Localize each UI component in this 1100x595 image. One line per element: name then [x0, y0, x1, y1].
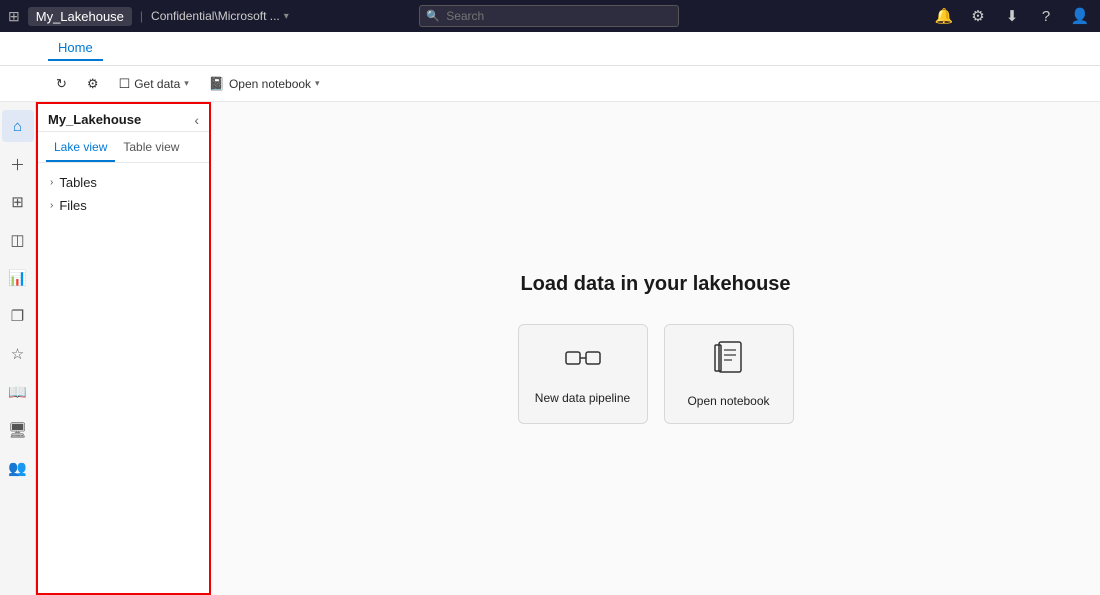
search-bar: 🔍 — [419, 5, 679, 27]
pipeline-icon — [565, 344, 601, 379]
get-data-button[interactable]: ☐ Get data ▾ — [111, 73, 197, 95]
explorer-title: My_Lakehouse — [48, 112, 141, 127]
content-title: Load data in your lakehouse — [520, 273, 790, 296]
nav-data-icon[interactable]: ◫ — [2, 224, 34, 256]
toolbar-settings-button[interactable]: ⚙ — [79, 73, 107, 95]
open-notebook-button[interactable]: 📓 Open notebook ▾ — [201, 73, 328, 95]
nav-favorites-icon[interactable]: ☆ — [2, 338, 34, 370]
content-area: Load data in your lakehouse New data pip… — [211, 102, 1100, 595]
explorer-items: › Tables › Files — [38, 163, 209, 593]
nav-apps-icon[interactable]: ❐ — [2, 300, 34, 332]
help-icon[interactable]: ? — [1034, 8, 1058, 25]
main-area: ⌂ ＋ ⊞ ◫ 📊 ❐ ☆ 📖 🖥 👥 My_Lakehouse ‹ Lake … — [0, 102, 1100, 595]
tab-table-view[interactable]: Table view — [115, 136, 187, 162]
breadcrumb-text: Confidential\Microsoft ... — [151, 9, 280, 23]
refresh-icon: ↻ — [56, 76, 67, 92]
tab-lake-view[interactable]: Lake view — [46, 136, 115, 162]
nav-monitor-icon[interactable]: 🖥 — [2, 414, 34, 446]
nav-browse-icon[interactable]: ⊞ — [2, 186, 34, 218]
topbar: ⊞ My_Lakehouse | Confidential\Microsoft … — [0, 0, 1100, 32]
nav-home-icon[interactable]: ⌂ — [2, 110, 34, 142]
open-notebook-icon: 📓 — [209, 76, 225, 92]
explorer-tabs: Lake view Table view — [38, 132, 209, 163]
user-icon[interactable]: 👤 — [1068, 7, 1092, 25]
toolbar: ↻ ⚙ ☐ Get data ▾ 📓 Open notebook ▾ — [0, 66, 1100, 102]
tab-home[interactable]: Home — [48, 36, 103, 61]
subheader: Home — [0, 32, 1100, 66]
nav-create-icon[interactable]: ＋ — [2, 148, 34, 180]
app-name[interactable]: My_Lakehouse — [28, 7, 132, 26]
breadcrumb[interactable]: Confidential\Microsoft ... ▾ — [151, 9, 289, 23]
toolbar-settings-icon: ⚙ — [87, 76, 99, 92]
get-data-label: Get data — [134, 77, 180, 91]
explorer-item-tables[interactable]: › Tables — [38, 171, 209, 194]
tables-chevron-icon: › — [50, 177, 53, 188]
new-data-pipeline-label: New data pipeline — [535, 391, 630, 405]
explorer-close-button[interactable]: ‹ — [194, 113, 199, 127]
notebook-icon — [714, 341, 744, 382]
open-notebook-chevron-icon: ▾ — [315, 78, 320, 89]
search-input[interactable] — [419, 5, 679, 27]
open-notebook-label: Open notebook — [229, 77, 311, 91]
left-nav: ⌂ ＋ ⊞ ◫ 📊 ❐ ☆ 📖 🖥 👥 — [0, 102, 36, 595]
open-notebook-label: Open notebook — [687, 394, 769, 408]
nav-people-icon[interactable]: 👥 — [2, 452, 34, 484]
tables-label: Tables — [59, 175, 97, 190]
grid-icon[interactable]: ⊞ — [8, 8, 20, 25]
new-data-pipeline-card[interactable]: New data pipeline — [518, 324, 648, 424]
files-label: Files — [59, 198, 86, 213]
bell-icon[interactable]: 🔔 — [932, 7, 956, 25]
nav-learn-icon[interactable]: 📖 — [2, 376, 34, 408]
explorer-header: My_Lakehouse ‹ — [38, 104, 209, 132]
nav-chart-icon[interactable]: 📊 — [2, 262, 34, 294]
search-icon: 🔍 — [426, 10, 440, 23]
download-icon[interactable]: ⬇ — [1000, 7, 1024, 25]
get-data-chevron-icon: ▾ — [184, 78, 189, 89]
explorer-item-files[interactable]: › Files — [38, 194, 209, 217]
topbar-separator: | — [140, 9, 143, 23]
topbar-actions: 🔔 ⚙ ⬇ ? 👤 — [932, 7, 1092, 25]
get-data-icon: ☐ — [119, 76, 131, 92]
refresh-button[interactable]: ↻ — [48, 73, 75, 95]
files-chevron-icon: › — [50, 200, 53, 211]
breadcrumb-chevron-icon[interactable]: ▾ — [284, 11, 289, 22]
open-notebook-card[interactable]: Open notebook — [664, 324, 794, 424]
cards-row: New data pipeline Open notebook — [518, 324, 794, 424]
settings-icon[interactable]: ⚙ — [966, 7, 990, 25]
explorer-panel: My_Lakehouse ‹ Lake view Table view › Ta… — [36, 102, 211, 595]
